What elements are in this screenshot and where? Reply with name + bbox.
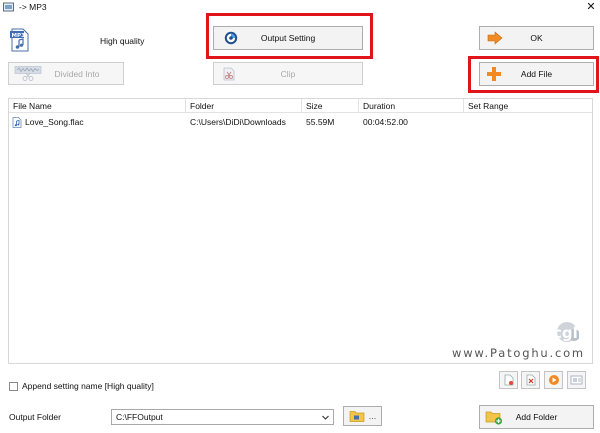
watermark-logo-text: cgll — [553, 324, 583, 342]
watermark-text: www.Patoghu.com — [452, 346, 585, 360]
output-folder-value: C:\FFOutput — [116, 412, 163, 422]
append-setting-label: Append setting name [High quality] — [22, 381, 154, 391]
plus-icon — [487, 67, 501, 81]
file-table[interactable]: File Name Folder Size Duration Set Range… — [8, 98, 593, 364]
ok-button[interactable]: OK — [479, 26, 594, 50]
preset-quality-label: High quality — [100, 36, 145, 46]
table-row[interactable]: Love_Song.flac C:\Users\DiDi\Downloads 5… — [9, 116, 592, 129]
clip-label: Clip — [280, 68, 296, 79]
column-header-duration[interactable]: Duration — [359, 99, 464, 113]
add-folder-label: Add Folder — [515, 412, 558, 422]
app-icon — [3, 2, 14, 12]
column-header-file-name[interactable]: File Name — [9, 99, 186, 113]
title-bar — [0, 0, 600, 15]
remove-file-icon — [504, 374, 513, 386]
clear-list-button[interactable] — [521, 371, 540, 389]
column-header-set-range[interactable]: Set Range — [464, 99, 592, 113]
close-icon[interactable]: ✕ — [585, 0, 597, 14]
scissors-file-icon — [223, 67, 235, 80]
mp3-file-icon: MP3 — [10, 28, 29, 52]
arrow-right-icon — [487, 31, 503, 45]
window-title: -> MP3 — [19, 2, 47, 12]
clear-list-icon — [526, 374, 535, 386]
cell-file-name: Love_Song.flac — [25, 117, 84, 127]
clip-button[interactable]: Clip — [213, 62, 363, 85]
output-folder-select[interactable]: C:\FFOutput — [111, 409, 334, 425]
output-folder-label: Output Folder — [9, 412, 61, 422]
folder-icon — [349, 411, 365, 422]
cell-set-range — [464, 116, 468, 129]
append-setting-checkbox[interactable] — [9, 382, 18, 391]
add-file-label: Add File — [520, 69, 553, 79]
watermark-logo: cgll — [548, 320, 586, 346]
table-header: File Name Folder Size Duration Set Range — [9, 99, 592, 113]
divided-into-label: Divided Into — [54, 68, 100, 79]
play-icon — [548, 375, 559, 385]
cell-folder: C:\Users\DiDi\Downloads — [190, 117, 286, 127]
media-info-icon — [570, 375, 583, 385]
settings-icon — [224, 31, 238, 45]
add-file-button[interactable]: Add File — [479, 62, 594, 86]
svg-text:MP3: MP3 — [12, 33, 26, 39]
divided-into-button[interactable]: Divided Into — [8, 62, 124, 85]
cell-duration: 00:04:52.00 — [363, 117, 408, 127]
output-setting-label: Output Setting — [260, 33, 316, 43]
remove-file-button[interactable] — [499, 371, 518, 389]
browse-folder-button[interactable]: ... — [343, 406, 382, 426]
add-folder-button[interactable]: Add Folder — [479, 405, 594, 429]
split-audio-icon — [14, 65, 42, 81]
media-info-button[interactable] — [567, 371, 586, 389]
ok-label: OK — [530, 33, 543, 43]
column-header-size[interactable]: Size — [302, 99, 359, 113]
cell-size: 55.59M — [306, 117, 335, 127]
output-setting-button[interactable]: Output Setting — [213, 26, 363, 50]
column-header-folder[interactable]: Folder — [186, 99, 302, 113]
chevron-down-icon — [322, 415, 329, 420]
add-folder-icon — [485, 411, 503, 425]
play-button[interactable] — [544, 371, 563, 389]
